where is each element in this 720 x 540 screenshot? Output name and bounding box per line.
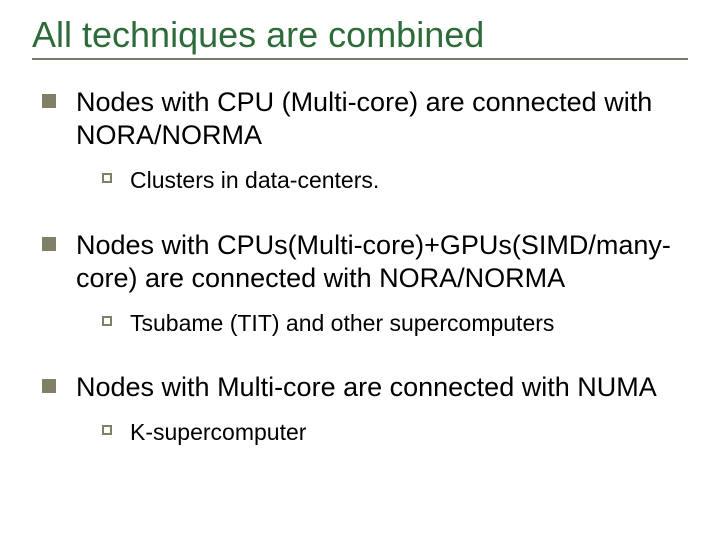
square-bullet-icon [42, 237, 56, 251]
hollow-square-bullet-icon [102, 173, 112, 183]
slide-title: All techniques are combined [32, 14, 688, 56]
hollow-square-bullet-icon [102, 425, 112, 435]
sub-bullet-text: Tsubame (TIT) and other supercomputers [130, 309, 554, 338]
square-bullet-icon [42, 379, 56, 393]
sub-bullet-item: Tsubame (TIT) and other supercomputers [102, 309, 688, 338]
bullet-item: Nodes with CPUs(Multi-core)+GPUs(SIMD/ma… [42, 229, 688, 295]
bullet-text: Nodes with CPU (Multi-core) are connecte… [76, 86, 688, 152]
slide: All techniques are combined Nodes with C… [0, 0, 720, 540]
hollow-square-bullet-icon [102, 316, 112, 326]
sub-bullet-text: Clusters in data-centers. [130, 166, 379, 195]
sub-bullet-item: K-supercomputer [102, 418, 688, 447]
sub-bullet-item: Clusters in data-centers. [102, 166, 688, 195]
square-bullet-icon [42, 94, 56, 108]
bullet-text: Nodes with Multi-core are connected with… [76, 371, 657, 404]
bullet-text: Nodes with CPUs(Multi-core)+GPUs(SIMD/ma… [76, 229, 688, 295]
title-container: All techniques are combined [32, 14, 688, 60]
sub-bullet-text: K-supercomputer [130, 418, 306, 447]
bullet-item: Nodes with CPU (Multi-core) are connecte… [42, 86, 688, 152]
bullet-item: Nodes with Multi-core are connected with… [42, 371, 688, 404]
